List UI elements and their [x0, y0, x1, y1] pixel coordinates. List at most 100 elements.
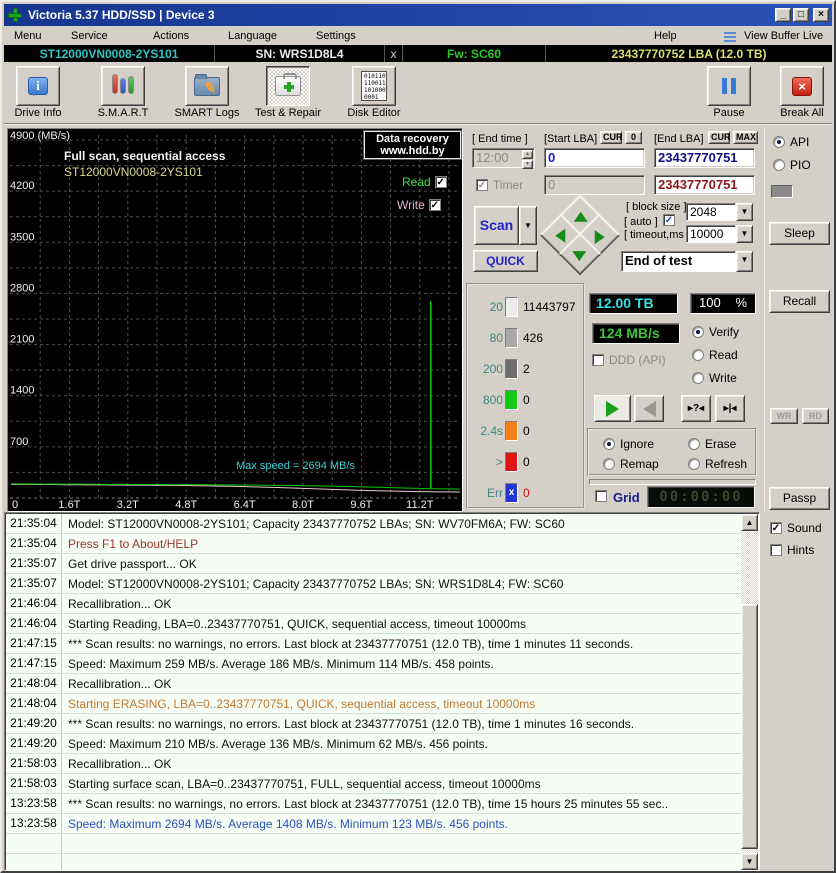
write-radio[interactable]: Write — [692, 371, 737, 385]
svg-text:8.0T: 8.0T — [292, 499, 314, 509]
chevron-down-icon[interactable]: ▼ — [736, 225, 753, 243]
pause-icon — [722, 78, 736, 94]
log-time: 21:46:04 — [6, 594, 62, 613]
test-repair-label: Test & Repair — [254, 107, 322, 119]
drive-info-button[interactable]: i — [16, 66, 60, 106]
scan-dropdown-button[interactable]: ▼ — [519, 206, 537, 245]
device-model: ST12000VN0008-2YS101 — [4, 45, 215, 62]
start-lba-label: [Start LBA] — [544, 133, 598, 145]
sleep-button[interactable]: Sleep — [769, 222, 830, 245]
device-close-icon[interactable]: x — [385, 45, 403, 62]
write-checkbox[interactable]: ✓ — [428, 199, 441, 211]
max-speed-annotation: Max speed = 2694 MB/s — [236, 460, 355, 472]
end-of-test-select[interactable]: End of test ▼ — [621, 251, 753, 272]
svg-text:2100: 2100 — [10, 334, 34, 346]
passport-button[interactable]: Passp — [769, 487, 830, 510]
seek-question-button[interactable]: ▸?◂ — [681, 395, 711, 422]
scroll-down-icon[interactable]: ▼ — [741, 853, 758, 870]
menu-item-language[interactable]: Language — [224, 29, 281, 43]
menu-item-service[interactable]: Service — [67, 29, 112, 43]
start-button[interactable] — [594, 395, 631, 422]
maximize-icon[interactable]: □ — [793, 8, 809, 22]
close-icon[interactable]: × — [813, 8, 829, 22]
grid-checkbox[interactable] — [595, 490, 607, 502]
back-button[interactable] — [634, 395, 664, 422]
spin-up-icon[interactable]: ▲ — [522, 150, 533, 159]
ddd-api-checkbox[interactable]: DDD (API) — [592, 353, 666, 367]
verify-radio[interactable]: Verify — [692, 325, 739, 339]
chevron-down-icon[interactable]: ▼ — [736, 251, 753, 272]
svg-text:700: 700 — [10, 436, 28, 448]
seek-edge-button[interactable]: ▸|◂ — [715, 395, 745, 422]
buffer-list-icon — [724, 32, 736, 42]
speed-display: 124 MB/s — [592, 323, 680, 344]
menu-item-actions[interactable]: Actions — [149, 29, 193, 43]
device-serial: SN: WRS1D8L4 — [215, 45, 385, 62]
smart-button[interactable] — [101, 66, 145, 106]
scan-button[interactable]: Scan — [474, 206, 519, 245]
hints-checkbox[interactable]: Hints — [770, 543, 814, 557]
ignore-radio[interactable]: Ignore — [603, 437, 654, 451]
quick-button[interactable]: QUICK — [473, 250, 538, 272]
wr-button[interactable]: WR — [770, 408, 798, 424]
menu-item-settings[interactable]: Settings — [312, 29, 360, 43]
block-size-select[interactable]: 2048 ▼ — [686, 203, 753, 221]
log-message: Speed: Maximum 210 MB/s. Average 136 MB/… — [68, 736, 488, 751]
end-lba-cur-button[interactable]: CUR — [708, 131, 731, 144]
log-row: 13:23:58 *** Scan results: no warnings, … — [6, 794, 742, 814]
scroll-up-icon[interactable]: ▲ — [741, 514, 758, 531]
log-message: Model: ST12000VN0008-2YS101; Capacity 23… — [68, 576, 564, 591]
smart-logs-label: SMART Logs — [174, 107, 240, 119]
menu-item-view-buffer-live[interactable]: View Buffer Live — [740, 29, 827, 43]
timeout-select[interactable]: 10000 ▼ — [686, 225, 753, 243]
pause-button[interactable] — [707, 66, 751, 106]
end-time-input[interactable]: 12:00 ▲ ▼ — [472, 148, 535, 169]
log-message: Press F1 to About/HELP — [68, 536, 199, 551]
log-row: 13:23:58 Speed: Maximum 2694 MB/s. Avera… — [6, 814, 742, 834]
log-row: 21:48:04 Recallibration... OK — [6, 674, 742, 694]
title-bar: Victoria 5.37 HDD/SSD | Device 3 _ □ × — [4, 4, 832, 26]
smart-logs-button[interactable]: ✎ — [185, 66, 229, 106]
counter-color-block — [505, 359, 518, 379]
refresh-radio[interactable]: Refresh — [688, 457, 747, 471]
erase-radio[interactable]: Erase — [688, 437, 736, 451]
pause-label: Pause — [713, 107, 745, 119]
end-lba-max-button[interactable]: MAX — [733, 131, 758, 144]
log-time — [6, 834, 62, 853]
log-scrollbar[interactable]: ▲ ▼ — [741, 514, 758, 870]
activity-led — [771, 185, 793, 198]
menu-item-help[interactable]: Help — [650, 29, 681, 43]
disk-editor-button[interactable]: 010110 110011 101000 0001 — [352, 66, 396, 106]
chevron-down-icon[interactable]: ▼ — [736, 203, 753, 221]
svg-text:9.6T: 9.6T — [350, 499, 372, 509]
read-checkbox[interactable]: ✓ — [434, 176, 447, 188]
counter-color-block — [505, 421, 518, 441]
menu-item-menu[interactable]: Menu — [10, 29, 46, 43]
sound-checkbox[interactable]: ✓ Sound — [770, 521, 822, 535]
start-lba-cur-button[interactable]: CUR — [600, 131, 623, 144]
api-radio[interactable]: API — [773, 135, 809, 149]
remap-radio[interactable]: Remap — [603, 457, 659, 471]
recall-button[interactable]: Recall — [769, 290, 830, 313]
end-lba-input[interactable]: 23437770751 — [654, 148, 755, 168]
end-lba-confirm-input[interactable]: 23437770751 — [654, 175, 755, 195]
timer-checkbox[interactable]: ✓ — [476, 179, 488, 191]
test-repair-button[interactable] — [266, 66, 310, 106]
break-all-button[interactable]: × — [780, 66, 824, 106]
timer-input[interactable]: 0 — [544, 175, 645, 195]
start-lba-zero-button[interactable]: 0 — [625, 131, 642, 144]
rd-button[interactable]: RD — [802, 408, 829, 424]
spin-down-icon[interactable]: ▼ — [522, 160, 533, 169]
auto-checkbox[interactable]: ✓ — [663, 214, 675, 226]
log-message: Starting ERASING, LBA=0..23437770751, QU… — [68, 696, 536, 711]
minimize-icon[interactable]: _ — [775, 8, 791, 22]
scrollbar-thumb[interactable] — [741, 604, 758, 849]
read-radio[interactable]: Read — [692, 348, 738, 362]
start-lba-input[interactable]: 0 — [544, 148, 645, 168]
log-message: Get drive passport... OK — [68, 556, 197, 571]
pio-radio[interactable]: PIO — [773, 158, 811, 172]
counter-color-block — [505, 328, 518, 348]
svg-text:11.2T: 11.2T — [406, 499, 434, 509]
log-row: 21:46:04 Starting Reading, LBA=0..234377… — [6, 614, 742, 634]
log-row: 21:58:03 Starting surface scan, LBA=0..2… — [6, 774, 742, 794]
